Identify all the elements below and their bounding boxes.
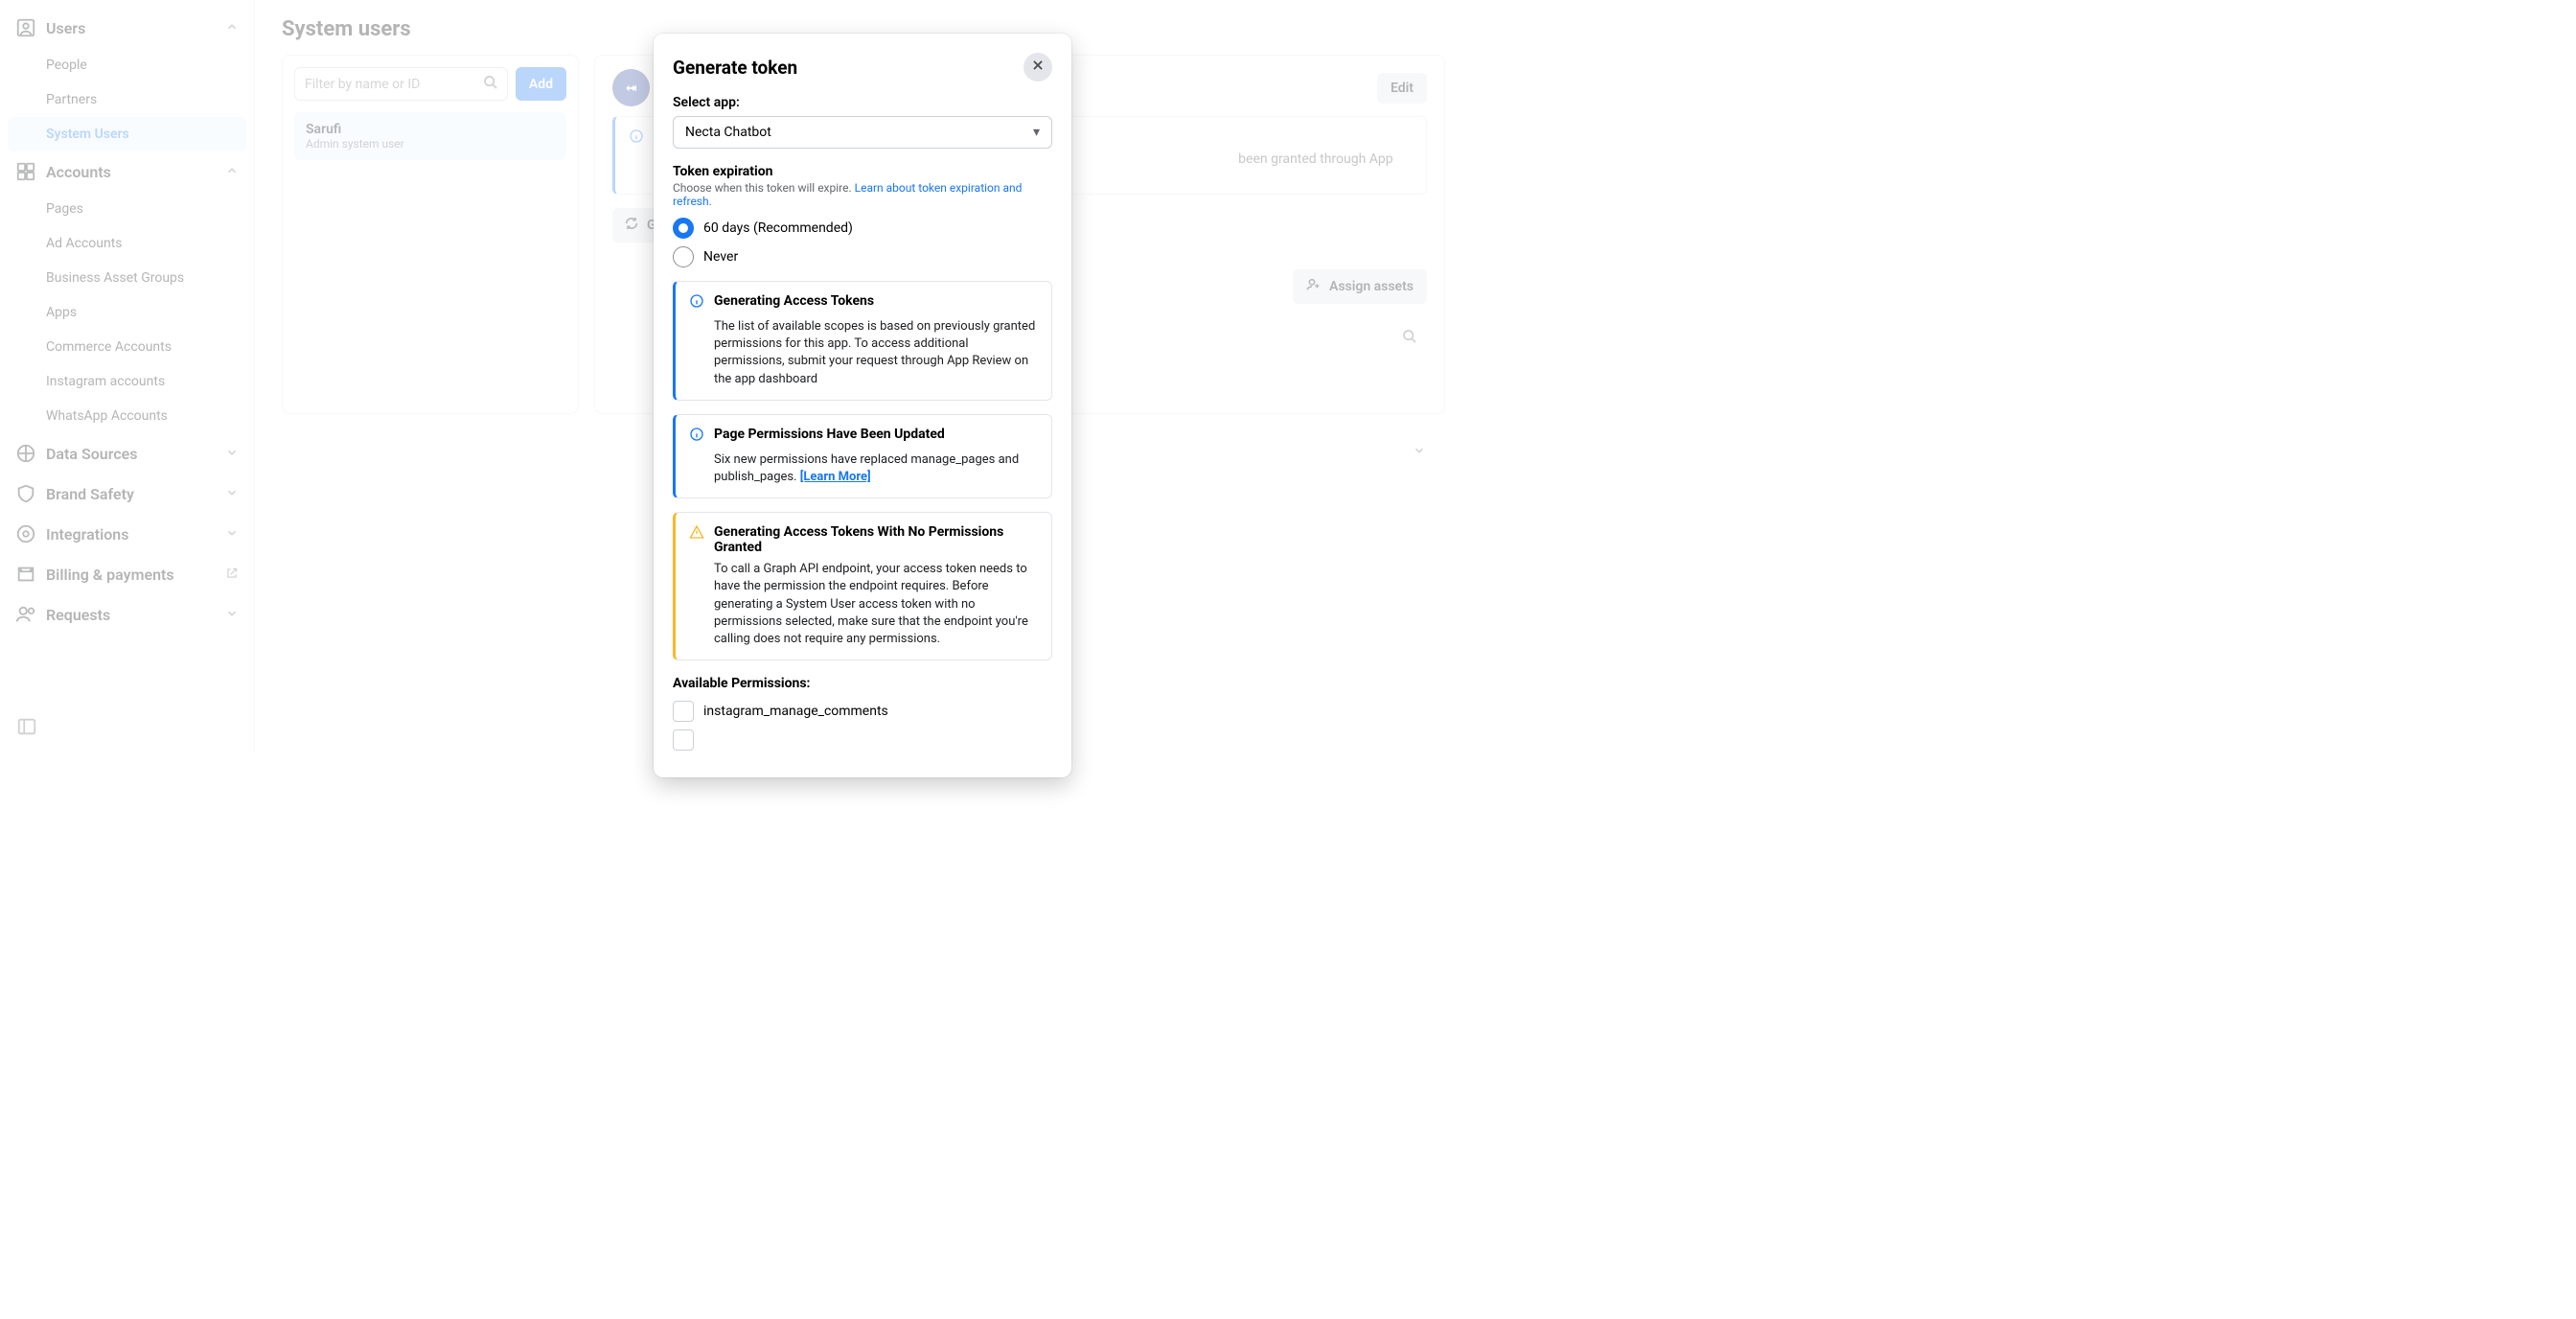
alert-title: Page Permissions Have Been Updated — [714, 427, 945, 442]
radio-label: 60 days (Recommended) — [703, 220, 853, 236]
app-select[interactable]: Necta Chatbot ▾ — [673, 116, 1052, 149]
alert-body: Six new permissions have replaced manage… — [714, 451, 1040, 486]
select-app-label: Select app: — [673, 95, 1052, 110]
alert-generating-tokens: Generating Access Tokens The list of ava… — [673, 281, 1052, 401]
radio-empty-icon — [673, 246, 694, 267]
close-button[interactable] — [1024, 53, 1052, 81]
checkbox-icon — [673, 701, 694, 722]
radio-label: Never — [703, 249, 738, 265]
token-expiration-label: Token expiration — [673, 164, 1052, 179]
expiration-60-days-option[interactable]: 60 days (Recommended) — [673, 218, 1052, 239]
close-icon — [1031, 58, 1045, 76]
alert-title: Generating Access Tokens With No Permiss… — [714, 524, 1040, 555]
permission-item[interactable] — [673, 729, 1052, 751]
info-icon — [689, 427, 704, 446]
expiration-never-option[interactable]: Never — [673, 246, 1052, 267]
info-icon — [689, 293, 704, 312]
radio-checked-icon — [673, 218, 694, 239]
generate-token-modal: Generate token Select app: Necta Chatbot… — [654, 34, 1071, 777]
caret-down-icon: ▾ — [1033, 125, 1040, 140]
permission-instagram-manage-comments[interactable]: instagram_manage_comments — [673, 701, 1052, 722]
alert-page-permissions: Page Permissions Have Been Updated Six n… — [673, 414, 1052, 498]
warning-icon — [689, 524, 704, 544]
checkbox-icon — [673, 729, 694, 751]
token-expiration-sub: Choose when this token will expire. Lear… — [673, 181, 1052, 208]
alert-no-permissions: Generating Access Tokens With No Permiss… — [673, 512, 1052, 660]
permission-label: instagram_manage_comments — [703, 704, 888, 719]
available-permissions-label: Available Permissions: — [673, 676, 1052, 691]
selected-app-value: Necta Chatbot — [685, 125, 771, 140]
learn-more-link[interactable]: [Learn More] — [800, 470, 871, 484]
alert-body: To call a Graph API endpoint, your acces… — [714, 561, 1040, 648]
modal-title: Generate token — [673, 57, 797, 79]
alert-body: The list of available scopes is based on… — [714, 318, 1040, 388]
alert-title: Generating Access Tokens — [714, 293, 874, 309]
